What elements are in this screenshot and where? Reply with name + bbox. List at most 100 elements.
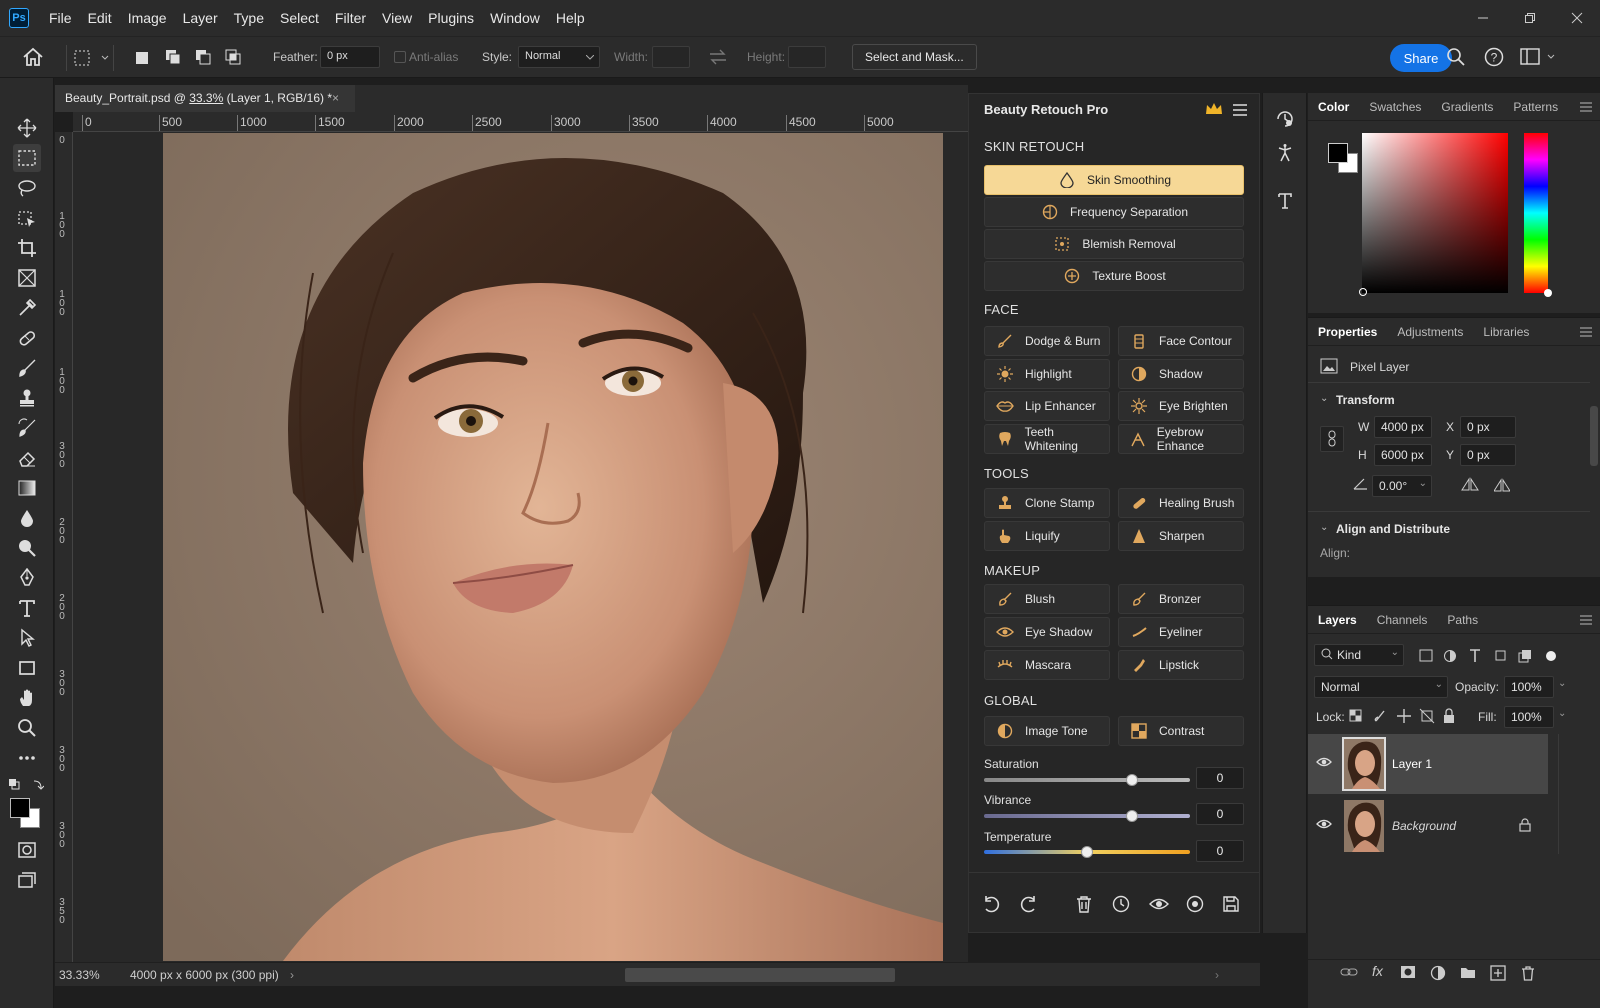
menu-select[interactable]: Select [272,0,327,36]
move-tool-icon[interactable] [13,114,41,142]
angle-field[interactable]: 0.00° ⌄ [1372,475,1432,497]
redo-icon[interactable] [1018,895,1038,913]
menu-type[interactable]: Type [226,0,272,36]
add-mask-icon[interactable] [1400,965,1416,979]
save-icon[interactable] [1222,895,1240,913]
minimize-icon[interactable] [1459,0,1506,36]
gradient-tool-icon[interactable] [13,474,41,502]
background-layer-name[interactable]: Background [1392,819,1456,833]
saturation-slider[interactable] [984,774,1190,786]
slider-thumb[interactable] [1081,846,1093,858]
contrast-button[interactable]: Contrast [1118,716,1244,746]
tab-adjustments[interactable]: Adjustments [1387,325,1473,339]
tab-swatches[interactable]: Swatches [1359,100,1431,114]
zoom-level[interactable]: 33.33% [59,968,100,982]
menu-window[interactable]: Window [482,0,548,36]
link-layers-icon[interactable] [1340,966,1358,978]
opacity-field[interactable]: 100% [1504,676,1554,698]
shadow-button[interactable]: Shadow [1118,359,1244,389]
visibility-eye-icon[interactable] [1316,818,1332,830]
flip-vertical-icon[interactable] [1494,477,1510,495]
visibility-eye-icon[interactable] [1316,756,1332,768]
tab-libraries[interactable]: Libraries [1473,325,1539,339]
quick-mask-icon[interactable] [13,836,41,864]
vibrance-slider[interactable] [984,810,1190,822]
type-tool-icon[interactable] [13,594,41,622]
history-brush-tool-icon[interactable] [13,414,41,442]
clone-stamp-button[interactable]: Clone Stamp [984,488,1110,518]
blur-tool-icon[interactable] [13,504,41,532]
select-and-mask-button[interactable]: Select and Mask... [852,44,977,70]
eyeliner-button[interactable]: Eyeliner [1118,617,1244,647]
folder-icon[interactable] [1460,965,1476,979]
restore-icon[interactable] [1506,0,1553,36]
pen-tool-icon[interactable] [13,564,41,592]
path-selection-tool-icon[interactable] [13,624,41,652]
healing-brush-tool-icon[interactable] [13,324,41,352]
lock-icons[interactable] [1348,708,1458,724]
document-canvas[interactable] [73,132,968,962]
liquify-button[interactable]: Liquify [984,521,1110,551]
menu-file[interactable]: File [41,0,80,36]
tab-paths[interactable]: Paths [1437,613,1488,627]
properties-scrollbar[interactable] [1590,388,1598,568]
puppet-icon[interactable] [1275,143,1295,163]
scroll-right-icon[interactable]: › [1215,968,1219,982]
clone-stamp-tool-icon[interactable] [13,384,41,412]
antialias-checkbox[interactable] [394,51,406,63]
vibrance-value[interactable]: 0 [1196,803,1244,825]
eyebrow-enhance-button[interactable]: Eyebrow Enhance [1118,424,1244,454]
more-tools-icon[interactable] [13,744,41,772]
menu-plugins[interactable]: Plugins [420,0,482,36]
dodge-tool-icon[interactable] [13,534,41,562]
tab-properties[interactable]: Properties [1308,325,1387,339]
highlight-button[interactable]: Highlight [984,359,1110,389]
height-field[interactable]: 6000 px [1374,444,1432,466]
width-input[interactable] [652,46,690,68]
object-select-tool-icon[interactable] [13,204,41,232]
rectangle-tool-icon[interactable] [13,654,41,682]
menu-layer[interactable]: Layer [175,0,226,36]
link-icon[interactable] [1320,426,1344,452]
height-input[interactable] [788,46,826,68]
menu-image[interactable]: Image [120,0,175,36]
opacity-chevron-icon[interactable]: ⌄ [1558,678,1566,689]
delete-layer-icon[interactable] [1520,965,1536,981]
trash-icon[interactable] [1075,895,1093,913]
blemish-removal-button[interactable]: Blemish Removal [984,229,1244,259]
preview-eye-icon[interactable] [1149,895,1169,913]
menu-edit[interactable]: Edit [80,0,120,36]
temperature-slider[interactable] [984,846,1190,858]
eye-brighten-button[interactable]: Eye Brighten [1118,391,1244,421]
zoom-tool-icon[interactable] [13,714,41,742]
skin-smoothing-button[interactable]: Skin Smoothing [984,165,1244,195]
search-icon[interactable] [1446,47,1466,67]
feather-input[interactable]: 0 px [320,46,380,68]
share-button[interactable]: Share [1390,44,1452,72]
bronzer-button[interactable]: Bronzer [1118,584,1244,614]
history-icon[interactable] [1275,109,1295,129]
layer-filter-icons[interactable] [1418,648,1558,664]
mascara-button[interactable]: Mascara [984,650,1110,680]
lip-enhancer-button[interactable]: Lip Enhancer [984,391,1110,421]
crop-tool-icon[interactable] [13,234,41,262]
color-picker-marker[interactable] [1359,288,1367,296]
fx-icon[interactable]: fx [1372,963,1383,979]
blush-button[interactable]: Blush [984,584,1110,614]
width-field[interactable]: 4000 px [1374,416,1432,438]
layer-row-background[interactable]: Background [1308,796,1548,856]
color-swatches[interactable] [10,798,42,830]
undo-icon[interactable] [982,895,1002,913]
image-tone-button[interactable]: Image Tone [984,716,1110,746]
texture-boost-button[interactable]: Texture Boost [984,261,1244,291]
paragraph-icon[interactable] [1275,191,1295,211]
slider-thumb[interactable] [1126,810,1139,822]
panel-menu-icon[interactable] [1570,615,1600,625]
scrollbar-thumb[interactable] [1590,406,1598,466]
color-swatch-pair[interactable] [1328,143,1358,173]
document-tab[interactable]: Beauty_Portrait.psd @ 33.3% (Layer 1, RG… [55,85,355,112]
eyedropper-tool-icon[interactable] [13,294,41,322]
blend-mode-select[interactable]: Normal ⌄ [1314,676,1448,698]
tab-patterns[interactable]: Patterns [1503,100,1568,114]
marquee-preset[interactable] [66,45,114,71]
